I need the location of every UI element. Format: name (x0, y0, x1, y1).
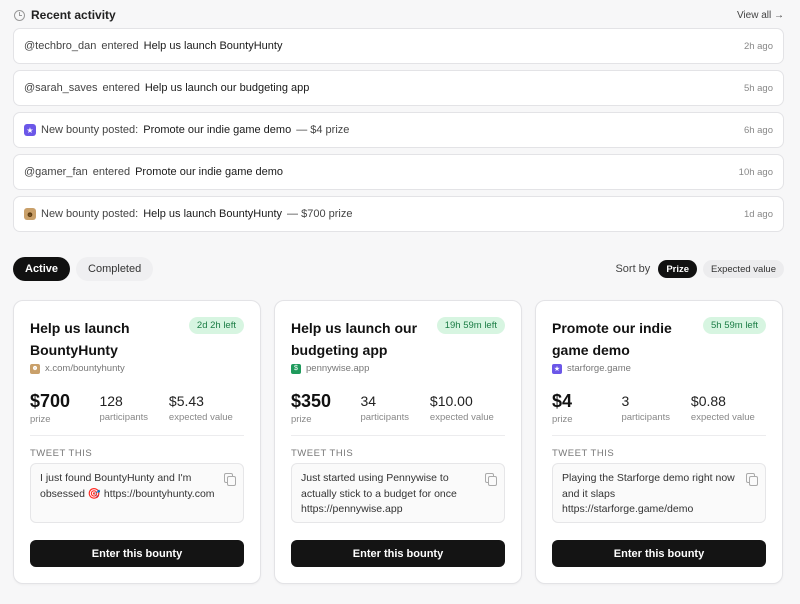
activity-item[interactable]: @gamer_fan entered Promote our indie gam… (13, 154, 784, 190)
activity-item[interactable]: @sarah_saves entered Help us launch our … (13, 70, 784, 106)
bounty-title[interactable]: Promote our indie game demo (552, 317, 702, 361)
activity-time: 2h ago (743, 40, 773, 52)
tweet-label: TWEET THIS (30, 448, 93, 459)
view-all-link[interactable]: View all → (737, 10, 784, 21)
activity-suffix: — $4 prize (296, 124, 350, 136)
star-icon: ★ (552, 363, 562, 374)
divider (30, 435, 244, 436)
activity-target[interactable]: Help us launch our budgeting app (145, 82, 310, 94)
pennywise-icon: $ (291, 363, 301, 374)
filter-bar: Active Completed Sort by Prize Expected … (13, 257, 784, 281)
participants-value: 128 (99, 393, 123, 409)
tweet-label: TWEET THIS (291, 448, 354, 459)
tweet-text-box[interactable]: Just started using Pennywise to actually… (291, 463, 505, 523)
site-url[interactable]: pennywise.app (306, 363, 369, 374)
time-left-badge: 19h 59m left (436, 317, 505, 334)
bounty-hunter-icon: ☻ (30, 363, 40, 374)
expected-value: $5.43 (168, 393, 204, 409)
enter-bounty-button[interactable]: Enter this bounty (291, 540, 505, 567)
activity-target[interactable]: Promote our indie game demo (143, 124, 291, 136)
prize-label: prize (30, 414, 51, 425)
participants-label: participants (621, 412, 671, 423)
activity-target[interactable]: Promote our indie game demo (135, 166, 283, 178)
bounty-site: ☻ x.com/bountyhunty (30, 363, 244, 374)
activity-item[interactable]: ★ New bounty posted: Promote our indie g… (13, 112, 784, 148)
activity-list: @techbro_dan entered Help us launch Boun… (13, 28, 784, 238)
bounty-hunter-icon: ☻ (24, 208, 36, 220)
expected-value-label: expected value (690, 412, 755, 423)
participants-value: 3 (621, 393, 630, 409)
copy-icon[interactable] (746, 473, 758, 486)
enter-bounty-button[interactable]: Enter this bounty (30, 540, 244, 567)
bounty-stats: $700 prize 128 participants $5.43 expect… (30, 390, 244, 425)
bounty-site: $ pennywise.app (291, 363, 505, 374)
activity-time: 10h ago (738, 166, 773, 178)
prize-value: $4 (552, 391, 573, 411)
time-left-badge: 5h 59m left (703, 317, 766, 334)
prize-value: $700 (30, 391, 71, 411)
activity-user[interactable]: @techbro_dan (24, 40, 96, 52)
site-url[interactable]: starforge.game (567, 363, 631, 374)
bounty-stats: $4 prize 3 participants $0.88 expected v… (552, 390, 766, 425)
bounty-title[interactable]: Help us launch BountyHunty (30, 317, 180, 361)
activity-target[interactable]: Help us launch BountyHunty (144, 40, 283, 52)
recent-activity-label: Recent activity (31, 8, 116, 22)
tab-active[interactable]: Active (13, 257, 71, 281)
recent-activity-header: Recent activity View all → (14, 5, 784, 25)
tweet-text: I just found BountyHunty and I'm obsesse… (40, 472, 215, 500)
activity-target[interactable]: Help us launch BountyHunty (143, 208, 282, 220)
prize-label: prize (552, 414, 573, 425)
expected-value: $0.88 (690, 393, 726, 409)
participants-value: 34 (360, 393, 377, 409)
clock-icon (14, 9, 25, 21)
activity-time: 5h ago (743, 82, 773, 94)
copy-icon[interactable] (224, 473, 236, 486)
tweet-label: TWEET THIS (552, 448, 615, 459)
activity-item[interactable]: @techbro_dan entered Help us launch Boun… (13, 28, 784, 64)
bounty-cards: Help us launch BountyHunty 2d 2h left ☻ … (13, 300, 784, 584)
star-icon: ★ (24, 124, 36, 136)
tweet-text: Just started using Pennywise to actually… (301, 472, 457, 515)
expected-value-label: expected value (168, 412, 233, 423)
activity-prefix: New bounty posted: (41, 124, 139, 136)
activity-user[interactable]: @gamer_fan (24, 166, 88, 178)
site-url[interactable]: x.com/bountyhunty (45, 363, 125, 374)
activity-action: entered (92, 166, 131, 178)
activity-item[interactable]: ☻ New bounty posted: Help us launch Boun… (13, 196, 784, 232)
enter-bounty-button[interactable]: Enter this bounty (552, 540, 766, 567)
participants-label: participants (360, 412, 410, 423)
bounty-card: Promote our indie game demo 5h 59m left … (535, 300, 783, 584)
bounty-site: ★ starforge.game (552, 363, 766, 374)
activity-time: 6h ago (743, 124, 773, 136)
sort-control: Sort by Prize Expected value (615, 260, 784, 278)
activity-user[interactable]: @sarah_saves (24, 82, 98, 94)
sort-prize-button[interactable]: Prize (658, 260, 698, 278)
sort-expected-value-button[interactable]: Expected value (703, 260, 784, 278)
activity-prefix: New bounty posted: (41, 208, 139, 220)
prize-label: prize (291, 414, 312, 425)
sort-label: Sort by (615, 263, 651, 275)
tweet-text: Playing the Starforge demo right now and… (562, 472, 735, 515)
time-left-badge: 2d 2h left (188, 317, 244, 334)
activity-action: entered (102, 82, 140, 94)
tweet-text-box[interactable]: Playing the Starforge demo right now and… (552, 463, 766, 523)
expected-value-label: expected value (429, 412, 494, 423)
activity-action: entered (101, 40, 139, 52)
tab-completed[interactable]: Completed (76, 257, 154, 281)
bounty-card: Help us launch our budgeting app 19h 59m… (274, 300, 522, 584)
copy-icon[interactable] (485, 473, 497, 486)
status-tabs: Active Completed (13, 257, 154, 281)
activity-suffix: — $700 prize (287, 208, 353, 220)
bounty-stats: $350 prize 34 participants $10.00 expect… (291, 390, 505, 425)
expected-value: $10.00 (429, 393, 473, 409)
divider (291, 435, 505, 436)
tweet-text-box[interactable]: I just found BountyHunty and I'm obsesse… (30, 463, 244, 523)
participants-label: participants (99, 412, 149, 423)
bounty-title[interactable]: Help us launch our budgeting app (291, 317, 437, 361)
recent-activity-title: Recent activity (14, 8, 116, 22)
divider (552, 435, 766, 436)
activity-time: 1d ago (743, 208, 773, 220)
prize-value: $350 (291, 391, 332, 411)
bounty-card: Help us launch BountyHunty 2d 2h left ☻ … (13, 300, 261, 584)
